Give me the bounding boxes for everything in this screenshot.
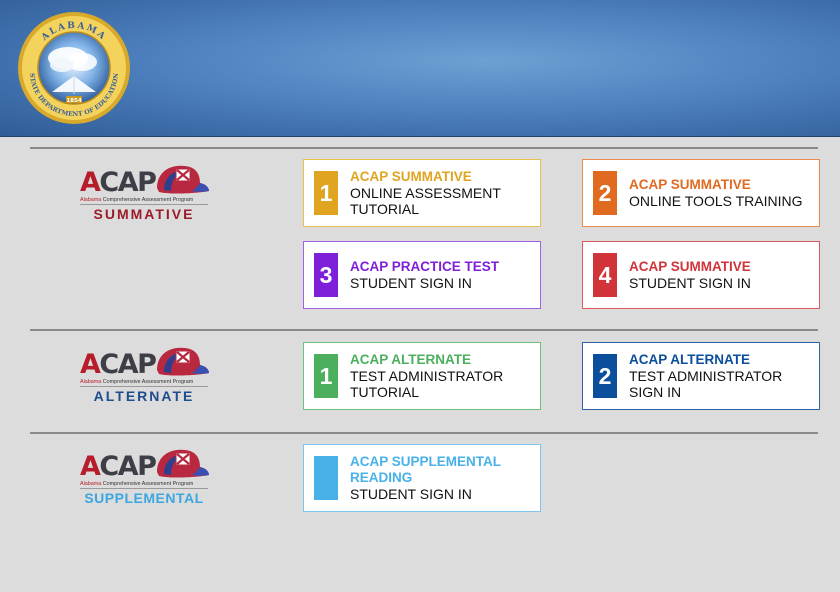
acap-wordmark-cap: CAP <box>99 349 157 380</box>
baseball-cap-icon <box>157 165 209 194</box>
card-title: ACAP SUMMATIVE <box>350 169 472 184</box>
logo-subtitle: Alabama Comprehensive Assessment Program <box>80 481 208 487</box>
acap-alternate-logo: ACAP Alabama Comprehensive Assessment Pr… <box>80 347 210 416</box>
section-divider-top <box>30 147 818 149</box>
card-subtitle: STUDENT SIGN IN <box>350 275 472 291</box>
card-subtitle-2: SIGN IN <box>629 384 682 400</box>
card-title: ACAP ALTERNATE <box>629 352 750 367</box>
alabama-state-seal: 1854 ALABAMA STATE DEPARTMENT OF EDUCATI… <box>18 12 130 124</box>
acap-wordmark: ACAP <box>80 349 157 380</box>
acap-wordmark-cap: CAP <box>99 167 157 198</box>
logo-subtitle: Alabama Comprehensive Assessment Program <box>80 197 208 203</box>
supplemental-reading-sign-in-button[interactable]: ACAP SUPPLEMENTAL READING STUDENT SIGN I… <box>303 444 541 512</box>
step-number-badge: 2 <box>593 354 617 398</box>
section-name-supplemental: SUPPLEMENTAL <box>84 490 204 506</box>
card-subtitle: STUDENT SIGN IN <box>350 486 472 502</box>
acap-wordmark-a: A <box>80 349 101 380</box>
logo-subtitle-state: Alabama <box>80 379 102 385</box>
section-name-summative: SUMMATIVE <box>93 206 195 222</box>
card-title: ACAP SUMMATIVE <box>629 259 751 274</box>
practice-test-sign-in-button[interactable]: 3 ACAP PRACTICE TEST STUDENT SIGN IN <box>303 241 541 309</box>
logo-subtitle-state: Alabama <box>80 481 102 487</box>
step-number-badge: 1 <box>314 354 338 398</box>
card-subtitle: TEST ADMINISTRATOR <box>350 368 504 384</box>
acap-supplemental-logo: ACAP Alabama Comprehensive Assessment Pr… <box>80 449 210 518</box>
logo-subtitle-rest: Comprehensive Assessment Program <box>101 481 194 487</box>
acap-wordmark-cap: CAP <box>99 451 157 482</box>
logo-rule <box>80 204 208 205</box>
card-subtitle-2: TUTORIAL <box>350 201 419 217</box>
step-number-badge: 1 <box>314 171 338 215</box>
step-number-badge <box>314 456 338 500</box>
card-subtitle: TEST ADMINISTRATOR <box>629 368 783 384</box>
alternate-tutorial-button[interactable]: 1 ACAP ALTERNATE TEST ADMINISTRATOR TUTO… <box>303 342 541 410</box>
summative-tools-training-button[interactable]: 2 ACAP SUMMATIVE ONLINE TOOLS TRAINING <box>582 159 820 227</box>
summative-tutorial-button[interactable]: 1 ACAP SUMMATIVE ONLINE ASSESSMENT TUTOR… <box>303 159 541 227</box>
logo-subtitle: Alabama Comprehensive Assessment Program <box>80 379 208 385</box>
card-title: ACAP SUPPLEMENTAL <box>350 454 502 469</box>
card-title: ACAP SUMMATIVE <box>629 177 751 192</box>
header-banner: 1854 ALABAMA STATE DEPARTMENT OF EDUCATI… <box>0 0 840 137</box>
card-subtitle: ONLINE ASSESSMENT <box>350 185 501 201</box>
logo-rule <box>80 488 208 489</box>
section-divider-bottom <box>30 432 818 434</box>
logo-rule <box>80 386 208 387</box>
alternate-sign-in-button[interactable]: 2 ACAP ALTERNATE TEST ADMINISTRATOR SIGN… <box>582 342 820 410</box>
acap-wordmark: ACAP <box>80 167 157 198</box>
step-number-badge: 3 <box>314 253 338 297</box>
step-number-badge: 2 <box>593 171 617 215</box>
card-subtitle: STUDENT SIGN IN <box>629 275 751 291</box>
acap-wordmark-a: A <box>80 451 101 482</box>
card-subtitle: ONLINE TOOLS TRAINING <box>629 193 803 209</box>
step-number-badge: 4 <box>593 253 617 297</box>
logo-subtitle-rest: Comprehensive Assessment Program <box>101 379 194 385</box>
baseball-cap-icon <box>157 347 209 376</box>
baseball-cap-icon <box>157 449 209 478</box>
acap-summative-logo: ACAP Alabama Comprehensive Assessment Pr… <box>80 165 210 234</box>
seal-year: 1854 <box>66 98 81 104</box>
card-subtitle-2: TUTORIAL <box>350 384 419 400</box>
acap-wordmark-a: A <box>80 167 101 198</box>
logo-subtitle-state: Alabama <box>80 197 102 203</box>
section-divider-middle <box>30 329 818 331</box>
card-title: ACAP ALTERNATE <box>350 352 471 367</box>
summative-student-sign-in-button[interactable]: 4 ACAP SUMMATIVE STUDENT SIGN IN <box>582 241 820 309</box>
logo-subtitle-rest: Comprehensive Assessment Program <box>101 197 194 203</box>
acap-wordmark: ACAP <box>80 451 157 482</box>
card-title: ACAP PRACTICE TEST <box>350 259 500 274</box>
section-name-alternate: ALTERNATE <box>93 388 195 404</box>
card-title-2: READING <box>350 470 413 485</box>
